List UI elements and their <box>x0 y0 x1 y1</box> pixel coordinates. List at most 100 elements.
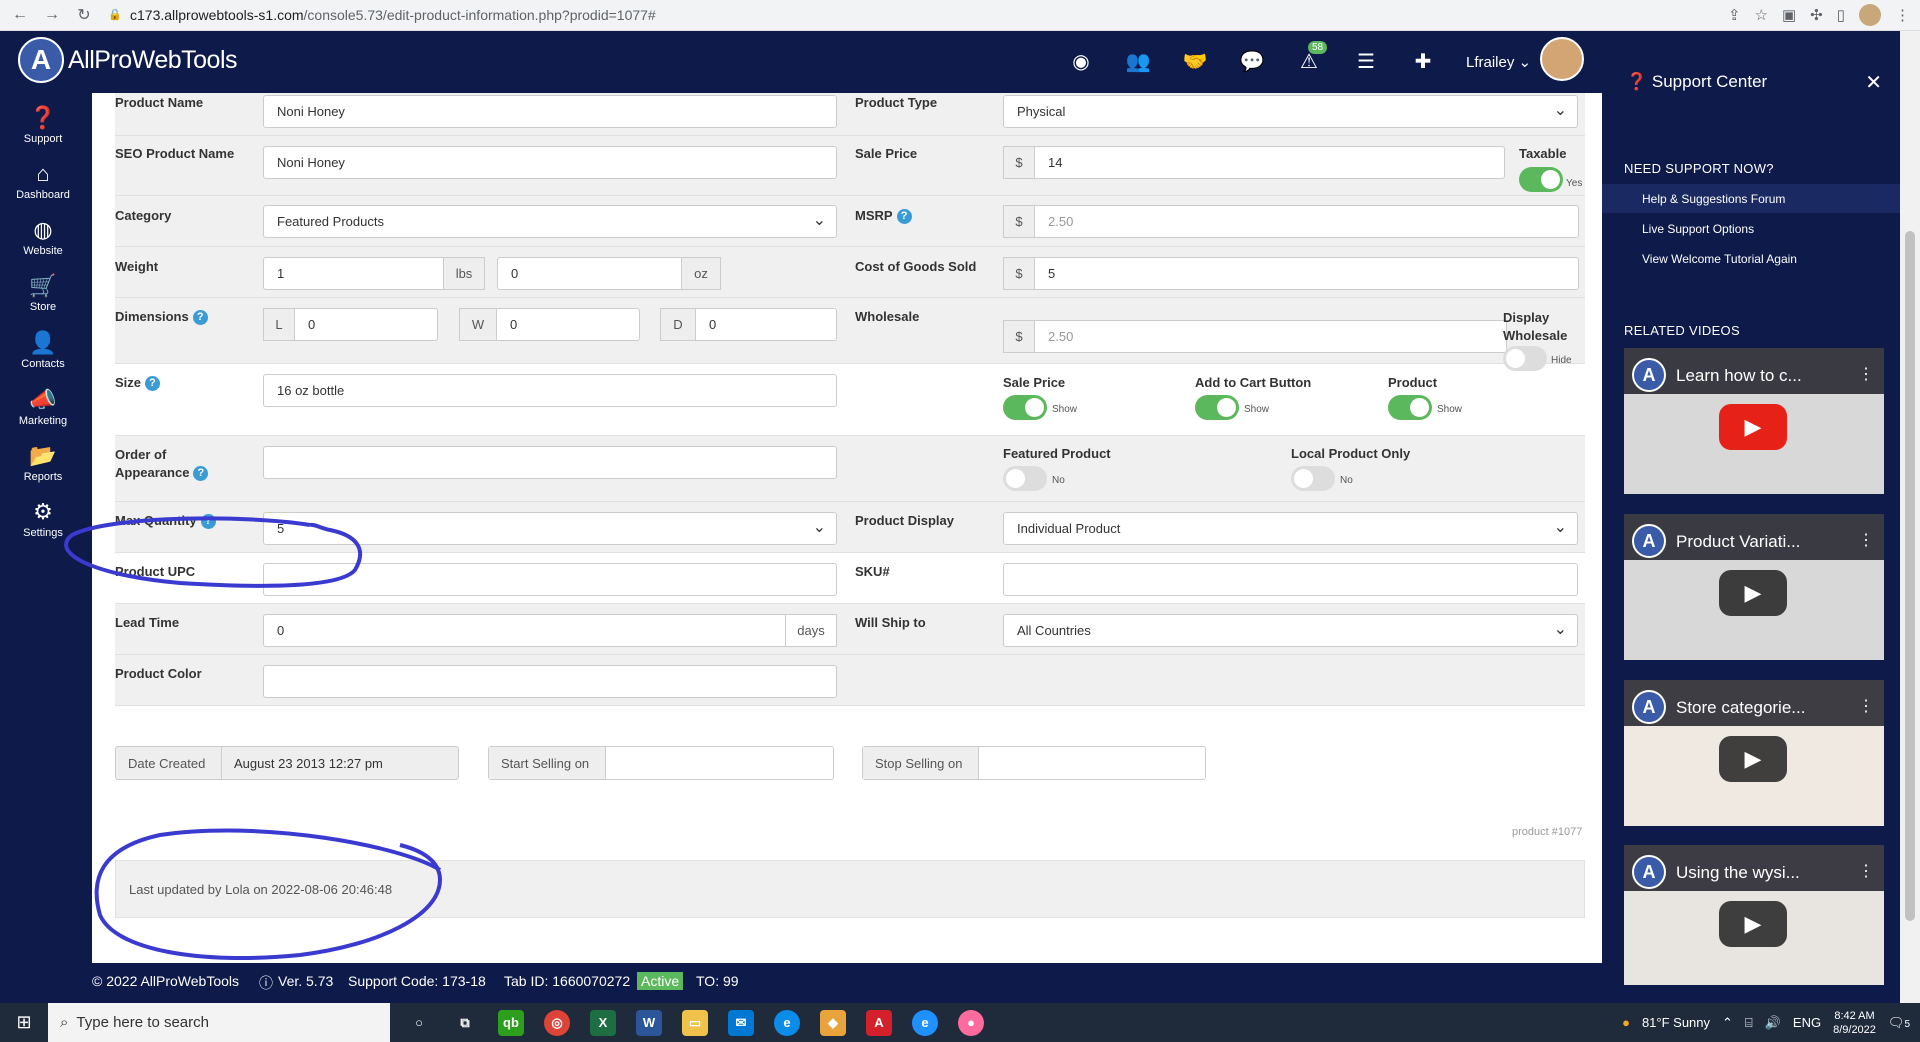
sidebar-item-reports[interactable]: 📂 Reports <box>0 443 86 483</box>
taxable-toggle[interactable] <box>1519 167 1563 192</box>
volume-icon[interactable]: 🔊 <box>1765 1015 1781 1031</box>
sidebar-item-contacts[interactable]: 👤 Contacts <box>0 330 86 370</box>
users-icon[interactable]: 👥 <box>1125 49 1151 73</box>
play-icon[interactable]: ▶ <box>1719 404 1787 450</box>
sku-input[interactable] <box>1003 563 1578 596</box>
tasks-icon[interactable]: ☰ <box>1353 49 1379 73</box>
play-icon[interactable]: ▶ <box>1719 736 1787 782</box>
user-menu[interactable]: Lfrailey ⌄ <box>1466 53 1531 71</box>
weather-text[interactable]: 81°F Sunny <box>1642 1015 1710 1030</box>
excel-icon[interactable]: X <box>590 1009 616 1036</box>
stop-selling-input[interactable] <box>979 747 1205 779</box>
max-qty-select[interactable]: 5 <box>263 512 837 545</box>
help-icon[interactable]: ? <box>193 466 209 482</box>
dim-w-input[interactable]: 0 <box>496 308 640 341</box>
close-icon[interactable]: ✕ <box>1865 70 1882 95</box>
handshake-icon[interactable]: 🤝 <box>1182 49 1208 73</box>
task-view-icon[interactable]: ⧉ <box>452 1010 478 1036</box>
play-icon[interactable]: ▶ <box>1719 570 1787 616</box>
app-icon[interactable]: ◆ <box>820 1009 846 1036</box>
upc-input[interactable] <box>263 563 837 596</box>
video-menu-icon[interactable]: ⋮ <box>1858 696 1874 716</box>
logo[interactable]: A AllProWebTools <box>18 37 238 83</box>
sidebar-item-store[interactable]: 🛒 Store <box>0 273 86 313</box>
share-icon[interactable]: ⇪ <box>1728 6 1741 24</box>
size-input[interactable]: 16 oz bottle <box>263 374 837 407</box>
word-icon[interactable]: W <box>636 1009 662 1036</box>
file-explorer-icon[interactable]: ▭ <box>682 1009 708 1036</box>
product-display-select[interactable]: Individual Product <box>1003 512 1578 545</box>
video-thumbnail-4[interactable]: A Using the wysi... ⋮ ▶ <box>1624 845 1884 985</box>
lead-time-input[interactable]: 0 <box>263 614 786 647</box>
internet-explorer-icon[interactable]: e <box>912 1009 938 1036</box>
info-icon[interactable]: ⓘ <box>259 973 273 993</box>
puzzle-icon[interactable]: ✣ <box>1810 6 1823 24</box>
product-show-toggle[interactable] <box>1388 395 1432 420</box>
video-menu-icon[interactable]: ⋮ <box>1858 861 1874 881</box>
help-icon[interactable]: ? <box>145 376 161 392</box>
video-menu-icon[interactable]: ⋮ <box>1858 530 1874 550</box>
sale-price-input[interactable]: 14 <box>1034 146 1505 179</box>
chat-icon[interactable]: 💬 <box>1239 49 1265 73</box>
cortana-icon[interactable]: ○ <box>406 1010 432 1036</box>
start-selling-input[interactable] <box>606 747 833 779</box>
weight-lbs-input[interactable]: 1 <box>263 257 444 290</box>
weight-oz-input[interactable]: 0 <box>497 257 682 290</box>
link-help-forum[interactable]: Help & Suggestions Forum <box>1602 184 1900 213</box>
dim-l-input[interactable]: 0 <box>294 308 438 341</box>
extension-icon[interactable]: ▣ <box>1782 6 1796 24</box>
bookmark-star-icon[interactable]: ☆ <box>1755 6 1768 24</box>
scrollbar-thumb[interactable] <box>1905 231 1915 921</box>
back-icon[interactable]: ← <box>8 3 32 27</box>
video-thumbnail-3[interactable]: A Store categorie... ⋮ ▶ <box>1624 680 1884 826</box>
address-bar[interactable]: 🔒 c173.allprowebtools-s1.com/console5.73… <box>108 3 1688 27</box>
help-icon[interactable]: ? <box>192 310 208 326</box>
eye-icon[interactable]: ◉ <box>1068 49 1094 73</box>
alert-icon[interactable]: ⚠ 58 <box>1296 41 1328 73</box>
page-scrollbar[interactable] <box>1900 31 1920 1003</box>
acrobat-icon[interactable]: A <box>866 1009 892 1036</box>
help-icon[interactable]: ? <box>896 209 912 225</box>
edge-icon[interactable]: e <box>774 1009 800 1036</box>
color-input[interactable] <box>263 665 837 698</box>
video-thumbnail-1[interactable]: A Learn how to c... ⋮ ▶ <box>1624 348 1884 494</box>
play-icon[interactable]: ▶ <box>1719 901 1787 947</box>
order-input[interactable] <box>263 446 837 479</box>
video-thumbnail-2[interactable]: A Product Variati... ⋮ ▶ <box>1624 514 1884 660</box>
tray-chevron-icon[interactable]: ⌃ <box>1722 1015 1733 1031</box>
sidebar-item-support[interactable]: ❓ Support <box>0 105 86 145</box>
wholesale-input[interactable]: 2.50 <box>1034 320 1507 353</box>
user-avatar[interactable] <box>1540 37 1584 81</box>
plus-icon[interactable]: ✚ <box>1410 49 1436 73</box>
category-select[interactable]: Featured Products <box>263 205 837 238</box>
mail-icon[interactable]: ✉ <box>728 1009 754 1036</box>
ship-to-select[interactable]: All Countries <box>1003 614 1578 647</box>
sidepanel-icon[interactable]: ▯ <box>1837 6 1845 24</box>
browser-menu-icon[interactable]: ⋮ <box>1895 6 1910 24</box>
cogs-input[interactable]: 5 <box>1034 257 1579 290</box>
dim-d-input[interactable]: 0 <box>695 308 837 341</box>
network-icon[interactable]: ⌸ <box>1745 1015 1753 1031</box>
language-indicator[interactable]: ENG <box>1793 1015 1821 1030</box>
help-icon[interactable]: ? <box>200 514 216 530</box>
local-toggle[interactable] <box>1291 466 1335 491</box>
sidebar-item-settings[interactable]: ⚙ Settings <box>0 499 86 539</box>
paint-icon[interactable]: ● <box>958 1009 984 1036</box>
taskbar-search[interactable]: ⌕ Type here to search <box>48 1003 390 1042</box>
video-menu-icon[interactable]: ⋮ <box>1858 364 1874 384</box>
product-type-select[interactable]: Physical <box>1003 95 1578 128</box>
link-live-support[interactable]: Live Support Options <box>1602 214 1900 243</box>
product-name-input[interactable]: Noni Honey <box>263 95 837 128</box>
sidebar-item-marketing[interactable]: 📣 Marketing <box>0 387 86 427</box>
profile-avatar[interactable] <box>1859 4 1881 26</box>
featured-toggle[interactable] <box>1003 466 1047 491</box>
link-welcome-tutorial[interactable]: View Welcome Tutorial Again <box>1602 244 1900 273</box>
forward-icon[interactable]: → <box>40 3 64 27</box>
sidebar-item-website[interactable]: ◍ Website <box>0 217 86 257</box>
quickbooks-icon[interactable]: qb <box>498 1009 524 1036</box>
notification-icon[interactable]: 🗨5 <box>1888 1015 1910 1031</box>
sidebar-item-dashboard[interactable]: ⌂ Dashboard <box>0 161 86 201</box>
windows-start-icon[interactable]: ⊞ <box>0 1003 48 1042</box>
seo-name-input[interactable]: Noni Honey <box>263 146 837 179</box>
chrome-icon[interactable]: ◎ <box>544 1009 570 1036</box>
